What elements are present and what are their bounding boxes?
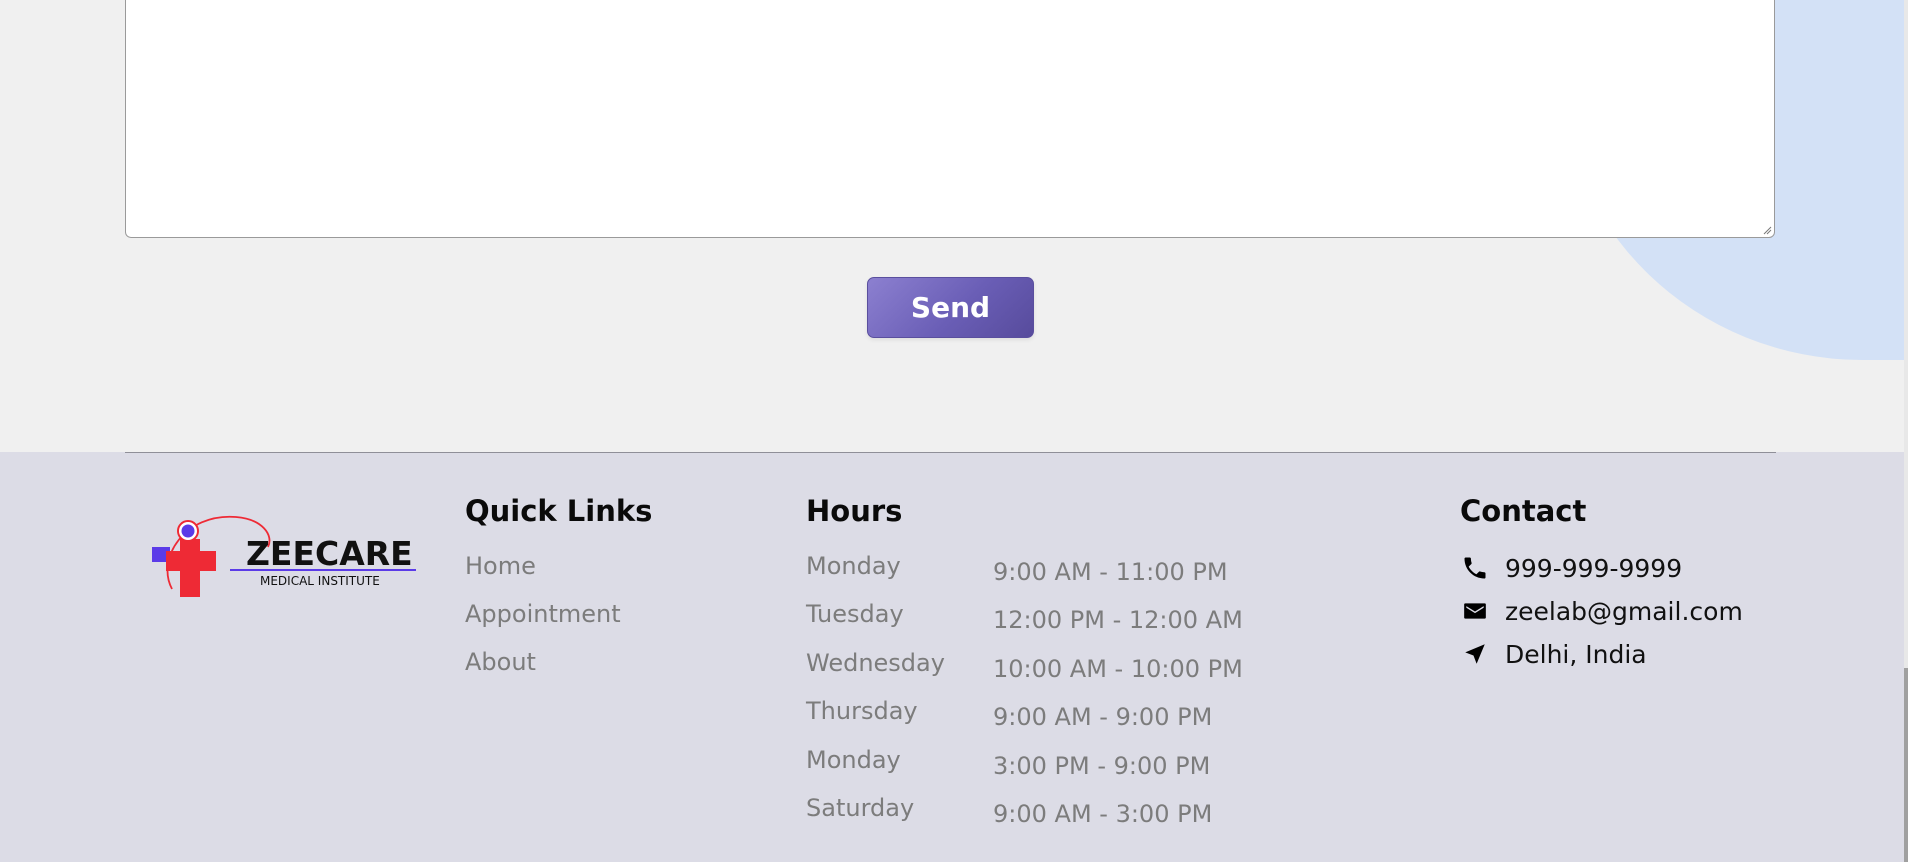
- hours-day: Thursday: [806, 697, 918, 725]
- contact-location-text: Delhi, India: [1505, 639, 1647, 669]
- hours-time: 9:00 AM - 9:00 PM: [993, 703, 1213, 731]
- location-arrow-icon: [1460, 639, 1490, 669]
- footer-divider: [125, 452, 1776, 453]
- message-textarea[interactable]: [125, 0, 1775, 238]
- quick-link-appointment[interactable]: Appointment: [465, 600, 621, 628]
- contact-phone: 999-999-9999: [1460, 553, 1682, 583]
- contact-title: Contact: [1460, 494, 1587, 528]
- hours-time: 3:00 PM - 9:00 PM: [993, 752, 1211, 780]
- resize-grip-icon[interactable]: [1762, 225, 1772, 235]
- hours-time: 9:00 AM - 3:00 PM: [993, 800, 1213, 828]
- quick-links-title: Quick Links: [465, 494, 653, 528]
- hours-day: Monday: [806, 552, 901, 580]
- hours-time: 12:00 PM - 12:00 AM: [993, 606, 1243, 634]
- hours-day: Saturday: [806, 794, 915, 822]
- phone-icon: [1460, 553, 1490, 583]
- send-button[interactable]: Send: [867, 277, 1034, 338]
- hours-time: 10:00 AM - 10:00 PM: [993, 655, 1243, 683]
- footer: ZEECARE MEDICAL INSTITUTE Quick Links Ho…: [0, 452, 1904, 862]
- hours-title: Hours: [806, 494, 903, 528]
- logo-brand-text: ZEECARE: [246, 534, 413, 573]
- contact-email-text: zeelab@gmail.com: [1505, 596, 1743, 626]
- hours-day: Wednesday: [806, 649, 945, 677]
- contact-phone-text: 999-999-9999: [1505, 553, 1683, 583]
- hours-day: Monday: [806, 746, 901, 774]
- contact-email: zeelab@gmail.com: [1460, 596, 1743, 626]
- logo-tagline-text: MEDICAL INSTITUTE: [260, 574, 380, 588]
- quick-link-home[interactable]: Home: [465, 552, 536, 580]
- zeecare-logo[interactable]: ZEECARE MEDICAL INSTITUTE: [150, 507, 420, 622]
- quick-link-about[interactable]: About: [465, 648, 536, 676]
- hours-time: 9:00 AM - 11:00 PM: [993, 558, 1228, 586]
- scrollbar-thumb[interactable]: [1904, 668, 1908, 862]
- mail-icon: [1460, 596, 1490, 626]
- hours-day: Tuesday: [806, 600, 904, 628]
- contact-location: Delhi, India: [1460, 639, 1647, 669]
